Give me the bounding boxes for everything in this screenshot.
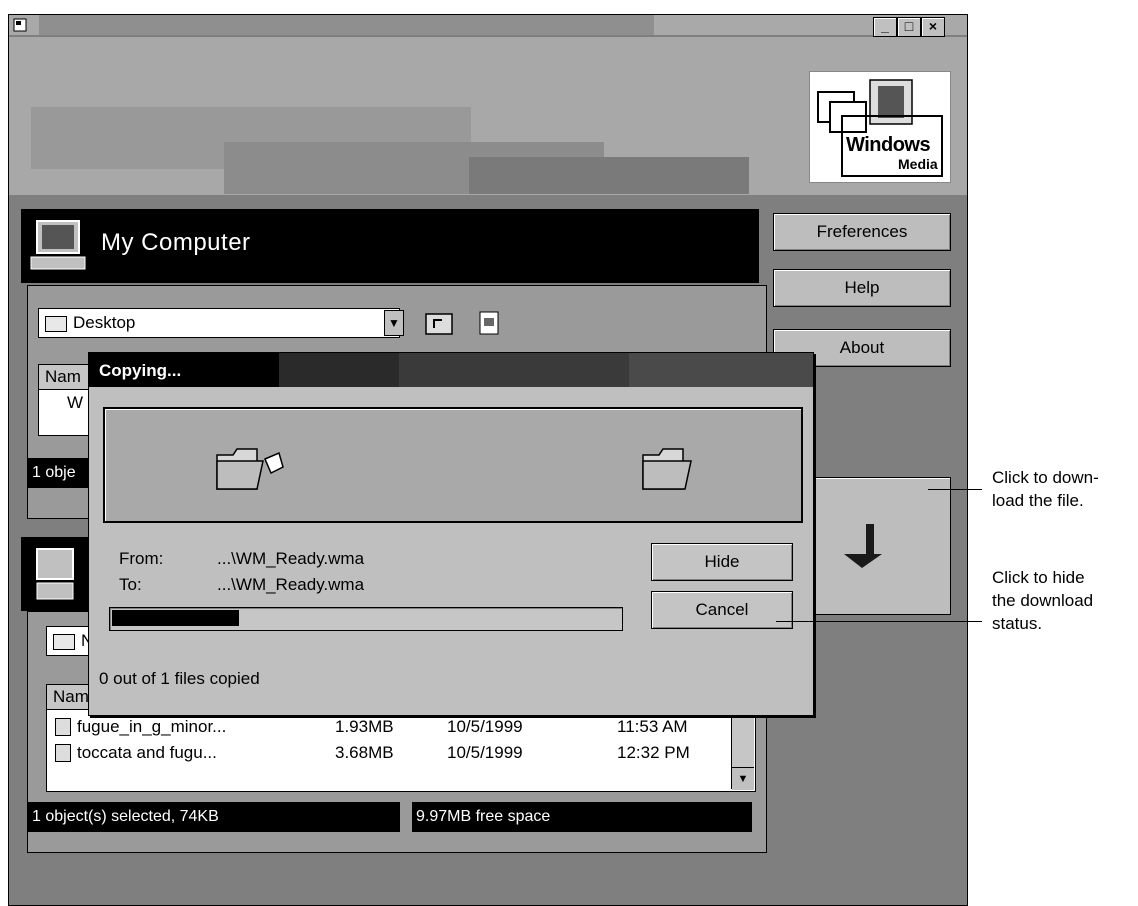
progress-bar [109,607,623,631]
my-computer-title: My Computer [101,229,251,256]
file-date: 10/5/1999 [447,717,523,736]
callout-line-2: the download [992,591,1094,610]
title-bar-shade [279,353,399,387]
dropdown-arrow-button[interactable]: ▼ [384,310,404,336]
callout-hide: Click to hide the download status. [992,566,1093,635]
download-arrow-icon [844,524,882,568]
callout-line-download [928,489,982,490]
folder-select-value: Desktop [73,313,136,332]
file-date: 10/5/1999 [447,743,523,762]
media-file-icon [55,718,71,736]
file-name: fugue_in_g_minor... [77,717,227,736]
copy-animation [103,407,803,523]
callout-download: Click to down- load the file. [992,466,1099,512]
title-bar-shade [399,353,629,387]
callout-line-2: load the file. [992,491,1084,510]
cancel-button[interactable]: Cancel [651,591,793,629]
file-time: 11:53 AM [617,717,688,736]
source-folder-icon [216,448,284,490]
copying-dialog: Copying... From: ...\WM_Ready.wma To: ..… [88,352,814,716]
title-bar-shade [39,15,654,35]
title-bar-shade [629,353,813,387]
callout-line-3: status. [992,614,1043,633]
scrollbar[interactable]: ▼ [731,709,754,790]
callout-line-1: Click to down- [992,468,1099,487]
media-file-icon [55,744,71,762]
folder-select[interactable]: Desktop [38,308,400,338]
title-bar: _ □ × [9,15,967,37]
copy-status-text: 0 out of 1 files copied [99,669,260,688]
to-label: To: [119,575,142,594]
folder-icon [53,633,75,650]
file-size: 3.68MB [335,743,394,762]
portable-device-icon [36,548,74,600]
progress-fill [112,610,239,626]
close-button[interactable]: × [921,17,945,37]
logo-text-media: Media [898,156,938,172]
dialog-title-bar: Copying... [89,353,813,387]
media-file-icon[interactable] [478,310,500,336]
logo-text-windows: Windows [846,134,931,156]
hide-button[interactable]: Hide [651,543,793,581]
maximize-button[interactable]: □ [897,17,921,37]
app-icon [13,18,27,32]
preferences-button[interactable]: Freferences [773,213,951,251]
scroll-down-button[interactable]: ▼ [732,767,754,790]
status-selected: 1 object(s) selected, 74KB [28,802,400,832]
banner-shape [469,157,749,194]
from-label: From: [119,549,164,568]
callout-line-1: Click to hide [992,568,1085,587]
list-item[interactable]: fugue_in_g_minor... 1.93MB 10/5/1999 11:… [47,714,755,740]
up-folder-icon[interactable] [424,310,454,336]
dialog-title: Copying... [99,361,182,380]
to-value: ...\WM_Ready.wma [217,575,365,594]
file-size: 1.93MB [335,717,394,736]
windows-media-logo: Windows Media [809,71,951,183]
from-value: ...\WM_Ready.wma [217,549,365,568]
destination-folder-icon [642,448,692,490]
file-time: 12:32 PM [617,743,690,762]
status-free-space: 9.97MB free space [412,802,752,832]
my-computer-header: My Computer [21,209,759,283]
folder-icon [45,315,67,332]
banner-area: Windows Media [9,37,967,195]
minimize-button[interactable]: _ [873,17,897,37]
list-item[interactable]: toccata and fugu... 3.68MB 10/5/1999 12:… [47,740,755,766]
file-name: toccata and fugu... [77,743,217,762]
help-button[interactable]: Help [773,269,951,307]
callout-line-hide [776,621,982,622]
computer-icon [30,220,86,270]
